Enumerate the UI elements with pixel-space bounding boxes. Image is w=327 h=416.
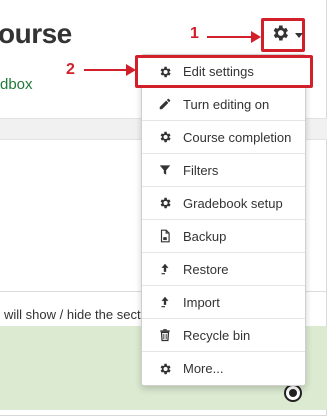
menu-item-gradebook-setup[interactable]: Gradebook setup (142, 187, 305, 220)
gear-icon (270, 23, 290, 48)
callout-step-2: 2 (66, 61, 75, 78)
chevron-down-icon (295, 32, 303, 38)
radio-button[interactable] (284, 384, 302, 402)
menu-item-edit-settings[interactable]: Edit settings (135, 55, 313, 88)
page-title: ourse (0, 18, 72, 49)
arrow-step-2 (84, 69, 128, 71)
menu-item-course-completion[interactable]: Course completion (142, 121, 305, 154)
menu-item-filters[interactable]: Filters (142, 154, 305, 187)
callout-step-1: 1 (190, 25, 199, 42)
menu-item-label: Import (183, 294, 220, 310)
menu-item-label: Restore (183, 261, 229, 277)
menu-item-more[interactable]: More... (142, 352, 305, 385)
menu-item-label: Recycle bin (183, 327, 251, 343)
file-icon (158, 229, 172, 243)
menu-item-label: Turn editing on (183, 96, 270, 112)
trash-icon (158, 328, 172, 342)
settings-menu-button[interactable] (261, 18, 305, 52)
gear-icon (158, 362, 172, 376)
menu-item-label: More... (183, 361, 224, 376)
menu-item-label: Backup (183, 228, 227, 244)
menu-item-backup[interactable]: Backup (142, 220, 305, 253)
arrow-step-1 (207, 36, 253, 38)
filter-icon (158, 163, 172, 177)
menu-item-label: Filters (183, 162, 219, 178)
menu-item-label: Course completion (183, 129, 292, 145)
upload-icon (158, 262, 172, 276)
gear-icon (158, 65, 172, 79)
settings-dropdown: Edit settings Turn editing on Course com… (135, 54, 313, 386)
menu-item-recycle-bin[interactable]: Recycle bin (142, 319, 305, 352)
section-help-text: will show / hide the section (4, 307, 158, 322)
menu-item-restore[interactable]: Restore (142, 253, 305, 286)
menu-item-label: Gradebook setup (183, 195, 283, 211)
upload-icon (158, 295, 172, 309)
pencil-icon (158, 97, 172, 111)
menu-item-turn-editing-on[interactable]: Turn editing on (142, 88, 305, 121)
arrow-head-step-1 (251, 31, 261, 43)
menu-item-import[interactable]: Import (142, 286, 305, 319)
gear-icon (158, 196, 172, 210)
gear-icon (158, 130, 172, 144)
menu-item-label: Edit settings (183, 64, 254, 79)
sandbox-link[interactable]: dbox (0, 76, 33, 93)
